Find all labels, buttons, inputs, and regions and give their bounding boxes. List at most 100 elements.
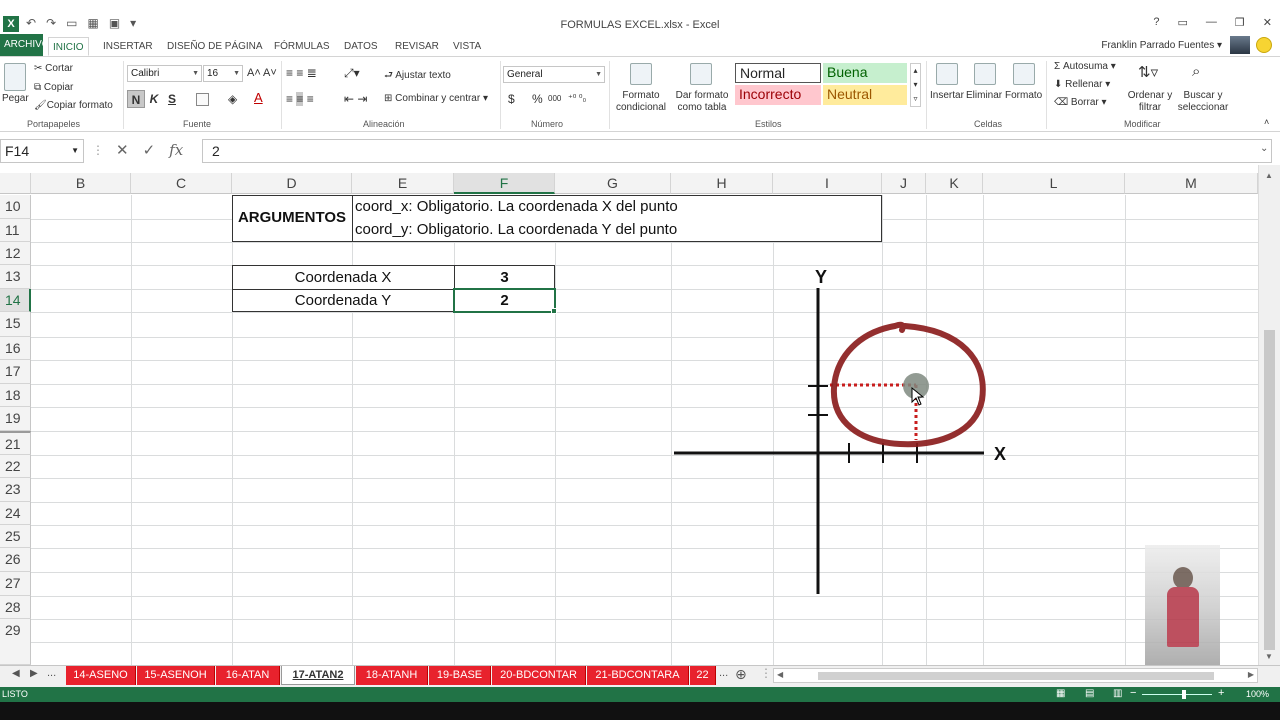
fill-handle[interactable]: [551, 308, 557, 314]
column-header-b[interactable]: B: [31, 173, 131, 194]
feedback-smiley-icon[interactable]: [1256, 37, 1272, 53]
user-name[interactable]: Franklin Parrado Fuentes ▾: [1101, 40, 1222, 51]
tab-revisar[interactable]: REVISAR: [391, 37, 443, 56]
delete-cells-icon[interactable]: [974, 63, 996, 85]
row-header-14[interactable]: 14: [0, 289, 31, 312]
row-header-21[interactable]: 21: [0, 431, 31, 455]
increase-font-icon[interactable]: A˄: [247, 67, 261, 79]
style-bad[interactable]: Incorrecto: [735, 85, 821, 105]
column-header-h[interactable]: H: [671, 173, 773, 194]
style-good[interactable]: Buena: [823, 63, 907, 83]
row-header-18[interactable]: 18: [0, 384, 31, 407]
clear-button[interactable]: ⌫ Borrar ▾: [1054, 97, 1107, 108]
row-header-29[interactable]: 29: [0, 619, 31, 665]
paste-icon[interactable]: [4, 63, 26, 91]
drag-handle-icon[interactable]: ⋮: [92, 143, 104, 157]
arguments-header-cell[interactable]: ARGUMENTOS: [232, 207, 352, 229]
horizontal-scrollbar[interactable]: ◀ ▶: [773, 668, 1258, 683]
scroll-right-icon[interactable]: ▶: [1248, 670, 1254, 679]
column-header-k[interactable]: K: [926, 173, 983, 194]
avatar[interactable]: [1230, 36, 1250, 54]
scroll-down-icon[interactable]: ▼: [1265, 652, 1273, 661]
row-header-25[interactable]: 25: [0, 525, 31, 548]
zoom-out-icon[interactable]: −: [1130, 687, 1136, 699]
sheet-tab-22[interactable]: 22: [690, 666, 716, 685]
tab-diseno-pagina[interactable]: DISEÑO DE PÁGINA: [163, 37, 267, 56]
help-button[interactable]: ?: [1153, 16, 1159, 29]
sort-filter-icon[interactable]: ⇅▿: [1138, 63, 1158, 81]
column-header-i[interactable]: I: [773, 173, 882, 194]
row-header-15[interactable]: 15: [0, 312, 31, 337]
font-name-combo[interactable]: Calibri ▼: [127, 65, 202, 82]
tab-inicio[interactable]: INICIO: [48, 37, 89, 56]
format-as-table-icon[interactable]: [690, 63, 712, 85]
restore-button[interactable]: ❐: [1235, 16, 1245, 29]
font-color-icon[interactable]: A: [254, 90, 263, 105]
format-painter-button[interactable]: 🖌Copiar formato: [34, 100, 113, 111]
scroll-left-icon[interactable]: ◀: [777, 670, 783, 679]
row-header-24[interactable]: 24: [0, 502, 31, 525]
formula-input[interactable]: 2: [202, 139, 1272, 163]
sheet-tab-14-aseno[interactable]: 14-ASENO: [66, 666, 136, 685]
arg-coord-y-cell[interactable]: coord_y: Obligatorio. La coordenada Y de…: [355, 219, 677, 241]
tab-split-icon[interactable]: ⋮: [760, 666, 772, 680]
insert-cells-icon[interactable]: [936, 63, 958, 85]
label-coord-x-cell[interactable]: Coordenada X: [232, 267, 454, 289]
decrease-font-icon[interactable]: A˅: [263, 67, 277, 79]
format-as-table-button[interactable]: Dar formato como tabla: [672, 90, 732, 114]
zoom-slider[interactable]: [1142, 694, 1212, 695]
sheet-tab-19-base[interactable]: 19-BASE: [429, 666, 491, 685]
underline-button[interactable]: S: [163, 90, 181, 108]
row-header-22[interactable]: 22: [0, 455, 31, 478]
style-normal[interactable]: Normal: [735, 63, 821, 83]
normal-view-icon[interactable]: ▦: [1056, 688, 1065, 699]
arg-coord-x-cell[interactable]: coord_x: Obligatorio. La coordenada X de…: [355, 196, 678, 218]
find-select-button[interactable]: Buscar y seleccionar: [1172, 90, 1234, 114]
label-coord-y-cell[interactable]: Coordenada Y: [232, 290, 454, 312]
bold-button[interactable]: N: [127, 90, 145, 108]
row-header-19[interactable]: 19: [0, 407, 31, 431]
wrap-text-button[interactable]: ⮐ Ajustar texto: [384, 68, 451, 85]
indent-icon[interactable]: ⇤ ⇥: [344, 92, 367, 106]
prev-sheet-icon[interactable]: ◀: [12, 668, 20, 679]
tab-insertar[interactable]: INSERTAR: [99, 37, 157, 56]
zoom-in-icon[interactable]: +: [1218, 687, 1224, 699]
row-header-10[interactable]: 10: [0, 195, 31, 219]
column-header-m[interactable]: M: [1125, 173, 1258, 194]
horizontal-scroll-thumb[interactable]: [818, 672, 1214, 680]
sheet-tab-17-atan2[interactable]: 17-ATAN2: [281, 666, 355, 685]
scroll-thumb[interactable]: [1264, 330, 1275, 650]
sheet-tab-15-asenoh[interactable]: 15-ASENOH: [137, 666, 215, 685]
conditional-format-icon[interactable]: [630, 63, 652, 85]
column-header-e[interactable]: E: [352, 173, 454, 194]
column-header-c[interactable]: C: [131, 173, 232, 194]
italic-button[interactable]: K: [145, 90, 163, 108]
binoculars-icon[interactable]: ⌕: [1192, 63, 1200, 80]
more-sheets-left[interactable]: ...: [47, 667, 56, 679]
page-break-view-icon[interactable]: ▥: [1113, 688, 1122, 699]
zoom-slider-knob[interactable]: [1182, 690, 1186, 699]
vertical-scrollbar[interactable]: ▲ ▼: [1258, 165, 1280, 665]
orientation-icon[interactable]: ⤢▾: [344, 66, 360, 81]
percent-button[interactable]: %: [532, 92, 543, 106]
align-left-icon[interactable]: ≡ ≡ ≡: [286, 92, 314, 106]
insert-function-icon[interactable]: fx: [169, 141, 183, 159]
sheet-tab-21-bdcontara[interactable]: 21-BDCONTARA: [587, 666, 689, 685]
font-size-combo[interactable]: 16 ▼: [203, 65, 243, 82]
row-header-16[interactable]: 16: [0, 337, 31, 360]
number-format-combo[interactable]: General ▼: [503, 66, 605, 83]
styles-scroll-icon[interactable]: ▴ ▾ ▿: [910, 63, 921, 107]
currency-button[interactable]: $: [508, 92, 515, 106]
scroll-up-icon[interactable]: ▲: [1265, 171, 1273, 180]
next-sheet-icon[interactable]: ▶: [30, 668, 38, 679]
row-header-26[interactable]: 26: [0, 548, 31, 572]
page-layout-view-icon[interactable]: ▤: [1085, 688, 1094, 699]
column-header-d[interactable]: D: [232, 173, 352, 194]
cut-button[interactable]: ✂ Cortar: [34, 63, 73, 74]
value-coord-x-cell[interactable]: 3: [454, 267, 555, 289]
column-header-f[interactable]: F: [454, 173, 555, 194]
delete-cells-button[interactable]: Eliminar: [966, 90, 1002, 101]
borders-icon[interactable]: [196, 93, 209, 106]
tab-vista[interactable]: VISTA: [449, 37, 485, 56]
sheet-tab-20-bdcontar[interactable]: 20-BDCONTAR: [492, 666, 586, 685]
